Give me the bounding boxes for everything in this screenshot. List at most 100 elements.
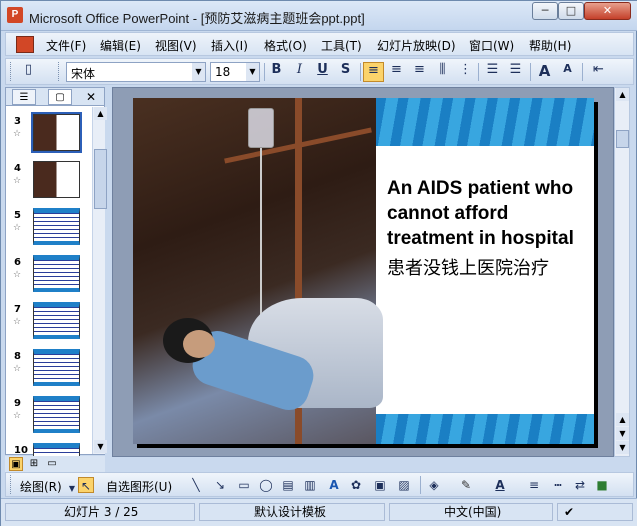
draw-menu-button[interactable]: 绘图(R) <box>20 478 62 495</box>
rectangle-icon[interactable]: ▭ <box>236 477 252 493</box>
clipart-icon[interactable]: ▣ <box>372 477 388 493</box>
align-center-button[interactable]: ≡ <box>386 62 407 82</box>
slide-chinese-text[interactable]: 患者没钱上医院治疗 <box>387 254 549 280</box>
slide-thumbnail[interactable] <box>33 255 80 292</box>
menu-edit[interactable]: 编辑(E) <box>100 37 141 54</box>
arrow-style-icon[interactable]: ⇄ <box>572 477 588 493</box>
transition-star-icon: ☆ <box>13 270 22 280</box>
textbox-icon[interactable]: ▤ <box>280 477 296 493</box>
slide-thumbnail-row[interactable]: 9 ☆ <box>6 394 94 438</box>
line-icon[interactable]: ╲ <box>188 477 204 493</box>
font-name-select[interactable]: 宋体 ▼ <box>66 62 206 82</box>
arrow-icon[interactable]: ↘ <box>212 477 228 493</box>
diagram-icon[interactable]: ✿ <box>348 477 364 493</box>
menu-view[interactable]: 视图(V) <box>155 37 197 54</box>
slide-thumbnail-row[interactable]: 8 ☆ <box>6 347 94 391</box>
toolbar-grip[interactable] <box>58 62 61 81</box>
bulleted-list-icon[interactable]: ☰ <box>505 62 526 82</box>
menu-file[interactable]: 文件(F) <box>46 37 86 54</box>
scroll-down-icon[interactable]: ▼ <box>616 441 629 454</box>
align-right-button[interactable]: ≡ <box>409 62 430 82</box>
menu-slideshow[interactable]: 幻灯片放映(D) <box>377 37 456 54</box>
slide-thumbnail[interactable] <box>33 208 80 245</box>
powerpoint-icon[interactable]: P <box>7 7 23 23</box>
scroll-up-icon[interactable]: ▲ <box>616 88 629 101</box>
pane-scrollbar[interactable]: ▲ ▼ <box>92 107 107 454</box>
vertical-text-icon[interactable]: ⋮ <box>455 62 476 82</box>
scroll-thumb[interactable] <box>616 130 629 148</box>
slide-sorter-icon[interactable]: ⊞ <box>27 457 41 471</box>
scroll-up-icon[interactable]: ▲ <box>94 107 107 120</box>
align-left-button[interactable]: ≡ <box>363 62 384 82</box>
slides-tab[interactable]: ▢ <box>48 89 72 105</box>
toolbar-grip[interactable] <box>10 475 13 494</box>
menu-insert[interactable]: 插入(I) <box>211 37 248 54</box>
select-pointer-icon[interactable]: ↖ <box>78 477 94 493</box>
design-template[interactable]: 默认设计模板 <box>199 503 385 521</box>
shadow-style-icon[interactable]: ■ <box>594 477 610 493</box>
bold-button[interactable]: B <box>266 62 287 82</box>
spelling-icon[interactable]: ✔ <box>557 503 633 521</box>
transition-star-icon: ☆ <box>13 223 22 233</box>
decrease-indent-icon[interactable]: ⇤ <box>588 62 609 82</box>
wordart-icon[interactable]: A <box>326 477 342 493</box>
slide-number: 10 <box>14 445 28 456</box>
title-bar: P Microsoft Office PowerPoint - [预防艾滋病主题… <box>1 1 637 31</box>
italic-button[interactable]: I <box>289 62 310 82</box>
scroll-thumb[interactable] <box>94 149 107 209</box>
increase-font-button[interactable]: A <box>534 62 555 82</box>
normal-view-icon[interactable]: ▣ <box>9 457 23 471</box>
minimize-button[interactable]: ─ <box>532 2 558 20</box>
close-button[interactable]: ✕ <box>584 2 631 20</box>
text-shadow-button[interactable]: S <box>335 62 356 82</box>
line-style-icon[interactable]: ≡ <box>526 477 542 493</box>
patient-photo[interactable] <box>133 98 383 444</box>
slide-thumbnail-row[interactable]: 7 ☆ <box>6 300 94 344</box>
slide-thumbnail[interactable] <box>33 349 80 386</box>
close-icon[interactable]: ✕ <box>86 88 96 106</box>
slide[interactable]: An AIDS patient who cannot afford treatm… <box>133 98 594 444</box>
oval-icon[interactable]: ◯ <box>258 477 274 493</box>
autoshapes-button[interactable]: 自选图形(U) <box>106 478 172 495</box>
decrease-font-button[interactable]: A <box>557 62 578 82</box>
document-icon[interactable] <box>16 36 34 53</box>
menu-format[interactable]: 格式(O) <box>264 37 307 54</box>
slide-thumbnail[interactable] <box>33 396 80 433</box>
font-size-select[interactable]: 18 ▼ <box>210 62 260 82</box>
previous-slide-icon[interactable]: ▲ <box>616 413 629 426</box>
dash-style-icon[interactable]: ┅ <box>550 477 566 493</box>
slideshow-icon[interactable]: ▭ <box>45 457 59 471</box>
new-slide-icon[interactable]: ▯ <box>18 62 39 82</box>
chevron-down-icon[interactable]: ▼ <box>246 63 259 81</box>
slide-thumbnail[interactable] <box>33 161 80 198</box>
underline-button[interactable]: U <box>312 62 333 82</box>
slide-thumbnail-row[interactable]: 5 ☆ <box>6 206 94 250</box>
outline-tab[interactable]: ☰ <box>12 89 36 105</box>
menu-tools[interactable]: 工具(T) <box>321 37 362 54</box>
distribute-icon[interactable]: ⫼ <box>432 62 453 82</box>
slide-english-text[interactable]: An AIDS patient who cannot afford treatm… <box>387 176 592 251</box>
canvas-scrollbar[interactable]: ▲ ▲ ▼ ▼ <box>614 87 630 457</box>
fill-color-icon[interactable]: ◈ <box>426 477 442 493</box>
line-color-icon[interactable]: ✎ <box>458 477 474 493</box>
menu-window[interactable]: 窗口(W) <box>469 37 514 54</box>
slide-thumbnail-row[interactable]: 6 ☆ <box>6 253 94 297</box>
vertical-textbox-icon[interactable]: ▥ <box>302 477 318 493</box>
slide-thumbnail-row[interactable]: 4 ☆ <box>6 159 94 203</box>
picture-icon[interactable]: ▨ <box>396 477 412 493</box>
slide-canvas[interactable]: An AIDS patient who cannot afford treatm… <box>112 87 614 457</box>
scroll-down-icon[interactable]: ▼ <box>94 440 107 453</box>
slide-thumbnail[interactable] <box>31 112 82 153</box>
chevron-down-icon[interactable]: ▼ <box>192 63 205 81</box>
maximize-button[interactable]: □ <box>558 2 584 20</box>
transition-star-icon: ☆ <box>13 317 22 327</box>
transition-star-icon: ☆ <box>13 364 22 374</box>
slide-thumbnail[interactable] <box>33 302 80 339</box>
next-slide-icon[interactable]: ▼ <box>616 427 629 440</box>
slide-counter: 幻灯片 3 / 25 <box>5 503 195 521</box>
toolbar-grip[interactable] <box>10 62 13 81</box>
numbered-list-icon[interactable]: ☰ <box>482 62 503 82</box>
slide-thumbnail-row[interactable]: 3 ☆ <box>6 112 94 156</box>
menu-help[interactable]: 帮助(H) <box>529 37 571 54</box>
font-color-icon[interactable]: A <box>492 477 508 493</box>
